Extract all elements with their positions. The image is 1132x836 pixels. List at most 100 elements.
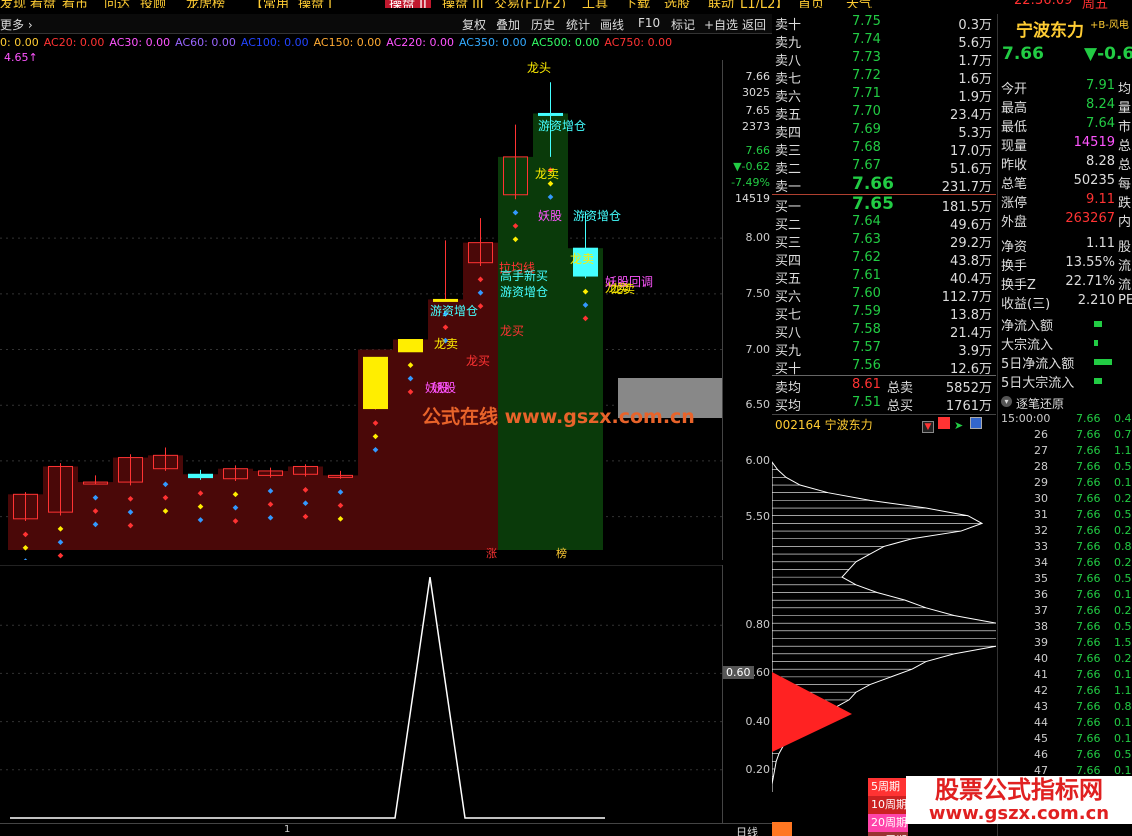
- menu-item[interactable]: 选股: [664, 0, 690, 8]
- toolbar-button[interactable]: 历史: [531, 16, 555, 33]
- level-volume: 5.3万: [958, 126, 992, 141]
- menu-item[interactable]: 联动: [708, 0, 734, 8]
- period-legend-item: 10周期: [868, 796, 908, 814]
- menu-item[interactable]: 操盘 I: [298, 0, 332, 8]
- indicator-chart[interactable]: [0, 565, 722, 823]
- level-volume: 13.8万: [950, 308, 992, 323]
- toolbar-button[interactable]: 复权: [462, 16, 486, 33]
- level-price: 7.56: [852, 358, 881, 373]
- menu-item[interactable]: 看盘: [30, 0, 56, 8]
- tick-time: 28: [1034, 460, 1048, 473]
- candlestick-chart[interactable]: 龙卖妖股游资增仓游资增仓龙卖妖股龙买游资增仓龙买拉均线高手新买游资增仓龙卖龙卖妖…: [0, 60, 722, 560]
- tick-volume: 0.5: [1114, 748, 1132, 761]
- tick-time: 30: [1034, 492, 1048, 505]
- flow-row: 大宗流入: [998, 334, 1132, 353]
- zone-bar: [183, 474, 218, 550]
- menu-item[interactable]: 操盘 III: [442, 0, 484, 8]
- tick-volume: 0.2: [1114, 652, 1132, 665]
- menu-item[interactable]: 【常用: [250, 0, 289, 8]
- tick-price: 7.66: [1076, 476, 1101, 489]
- bottom-tag: 榜: [556, 546, 567, 560]
- ma-legend-item: AC220: 0.00: [386, 36, 454, 49]
- watermark-url: www.gszx.com.cn: [906, 804, 1132, 824]
- level-price: 7.74: [852, 32, 881, 47]
- ask-row: 卖九 7.74 5.6万: [772, 32, 996, 51]
- toolbar-button[interactable]: F10: [638, 16, 660, 30]
- ma-legend-item: AC350: 0.00: [458, 36, 527, 49]
- tick-row: 42 7.66 1.1: [998, 684, 1132, 700]
- menu-item[interactable]: 首页: [798, 0, 824, 8]
- period-legend-item: 30周期: [868, 832, 908, 836]
- menu-item[interactable]: 问达: [104, 0, 130, 8]
- menu-item[interactable]: 发现: [0, 0, 26, 8]
- toolbar-button[interactable]: 标记: [671, 16, 695, 33]
- bid-row: 买八 7.58 21.4万: [772, 322, 996, 341]
- ma-legend-item: 0: 0.00: [0, 36, 39, 49]
- toolbar-button[interactable]: +自选: [704, 16, 738, 33]
- tick-price: 7.66: [1076, 636, 1101, 649]
- bid-row: 买六 7.60 112.7万: [772, 286, 996, 305]
- period-button[interactable]: 日线: [736, 824, 758, 836]
- quote-value: 50235: [1073, 173, 1115, 188]
- level-price: 7.59: [852, 304, 881, 319]
- signal-label: 妖股: [538, 209, 562, 223]
- grid-icon[interactable]: [970, 417, 982, 429]
- menu-item[interactable]: 工具: [582, 0, 608, 8]
- collapse-icon[interactable]: ▾: [1001, 396, 1012, 407]
- tick-time: 40: [1034, 652, 1048, 665]
- level-label: 卖九: [775, 36, 802, 51]
- level-volume: 231.7万: [941, 180, 992, 195]
- signal-label: 高手新买: [500, 268, 548, 283]
- menu-item[interactable]: 看市: [62, 0, 88, 8]
- quote-row: 换手Z 22.71% 流: [998, 274, 1132, 293]
- bid-row: 买五 7.61 40.4万: [772, 268, 996, 287]
- tick-volume: 0.1: [1114, 476, 1132, 489]
- total-sell-label: 总卖: [887, 381, 914, 396]
- tick-price: 7.66: [1076, 524, 1101, 537]
- indicator-axis: 0.80 0.60 0.40 0.20 0.60: [722, 565, 772, 823]
- tick-row: 46 7.66 0.5: [998, 748, 1132, 764]
- ticks-header[interactable]: ▾ 逐笔还原: [998, 394, 1132, 411]
- toolbar-button[interactable]: 叠加: [496, 16, 520, 33]
- axis-readout: 7.66: [745, 70, 771, 83]
- level-volume: 51.6万: [950, 162, 992, 177]
- quote-key: 现量: [1001, 139, 1028, 154]
- tick-time: 42: [1034, 684, 1048, 697]
- candle-body: [363, 356, 388, 410]
- level-label: 卖四: [775, 126, 802, 141]
- quote-value: 22.71%: [1065, 274, 1115, 289]
- level-label: 卖一: [775, 180, 802, 195]
- menu-item[interactable]: 天气: [846, 0, 872, 8]
- zone-bar: [78, 482, 113, 550]
- menu-item[interactable]: 龙虎榜: [186, 0, 225, 8]
- menu-item[interactable]: L1/L2】: [740, 0, 788, 8]
- total-sell-value: 5852万: [945, 381, 992, 396]
- menu-item[interactable]: 交易(F1/F2): [494, 0, 566, 8]
- signal-dot: [22, 558, 29, 560]
- menu-item[interactable]: 投顾: [140, 0, 166, 8]
- tick-time: 26: [1034, 428, 1048, 441]
- tick-price: 7.66: [1076, 412, 1101, 425]
- arrow-icon[interactable]: ➤: [954, 420, 966, 432]
- axis-tick: 0.80: [745, 618, 771, 632]
- level-label: 卖十: [775, 18, 802, 33]
- top-right-status: 22:36:09 周五: [1000, 0, 1132, 12]
- watermark-title: 股票公式指标网: [906, 776, 1132, 804]
- menu-item[interactable]: 操盘 II: [385, 0, 431, 8]
- level-volume: 1.9万: [958, 90, 992, 105]
- more-button[interactable]: 更多 ›: [0, 16, 33, 33]
- toolbar-button[interactable]: 统计: [566, 16, 590, 33]
- quote-row: 昨收 8.28 总: [998, 154, 1132, 173]
- ma-legend: 0: 0.00 AC20: 0.00 AC30: 0.00 AC60: 0.00 AC1…: [0, 36, 677, 50]
- toolbar-button[interactable]: 返回: [742, 16, 766, 33]
- toolbar-button[interactable]: 画线: [600, 16, 624, 33]
- tick-row: 45 7.66 0.1: [998, 732, 1132, 748]
- axis-readout: 3025: [742, 86, 770, 99]
- ask-row: 卖七 7.72 1.6万: [772, 68, 996, 87]
- quote-key-2: PE: [1118, 293, 1132, 308]
- ask-row: 卖三 7.68 17.0万: [772, 140, 996, 159]
- flag-icon[interactable]: [938, 417, 950, 429]
- icon-buttons[interactable]: ▼ ➤: [922, 417, 982, 433]
- quote-value: 14519: [1073, 135, 1115, 150]
- menu-item[interactable]: 下载: [624, 0, 650, 8]
